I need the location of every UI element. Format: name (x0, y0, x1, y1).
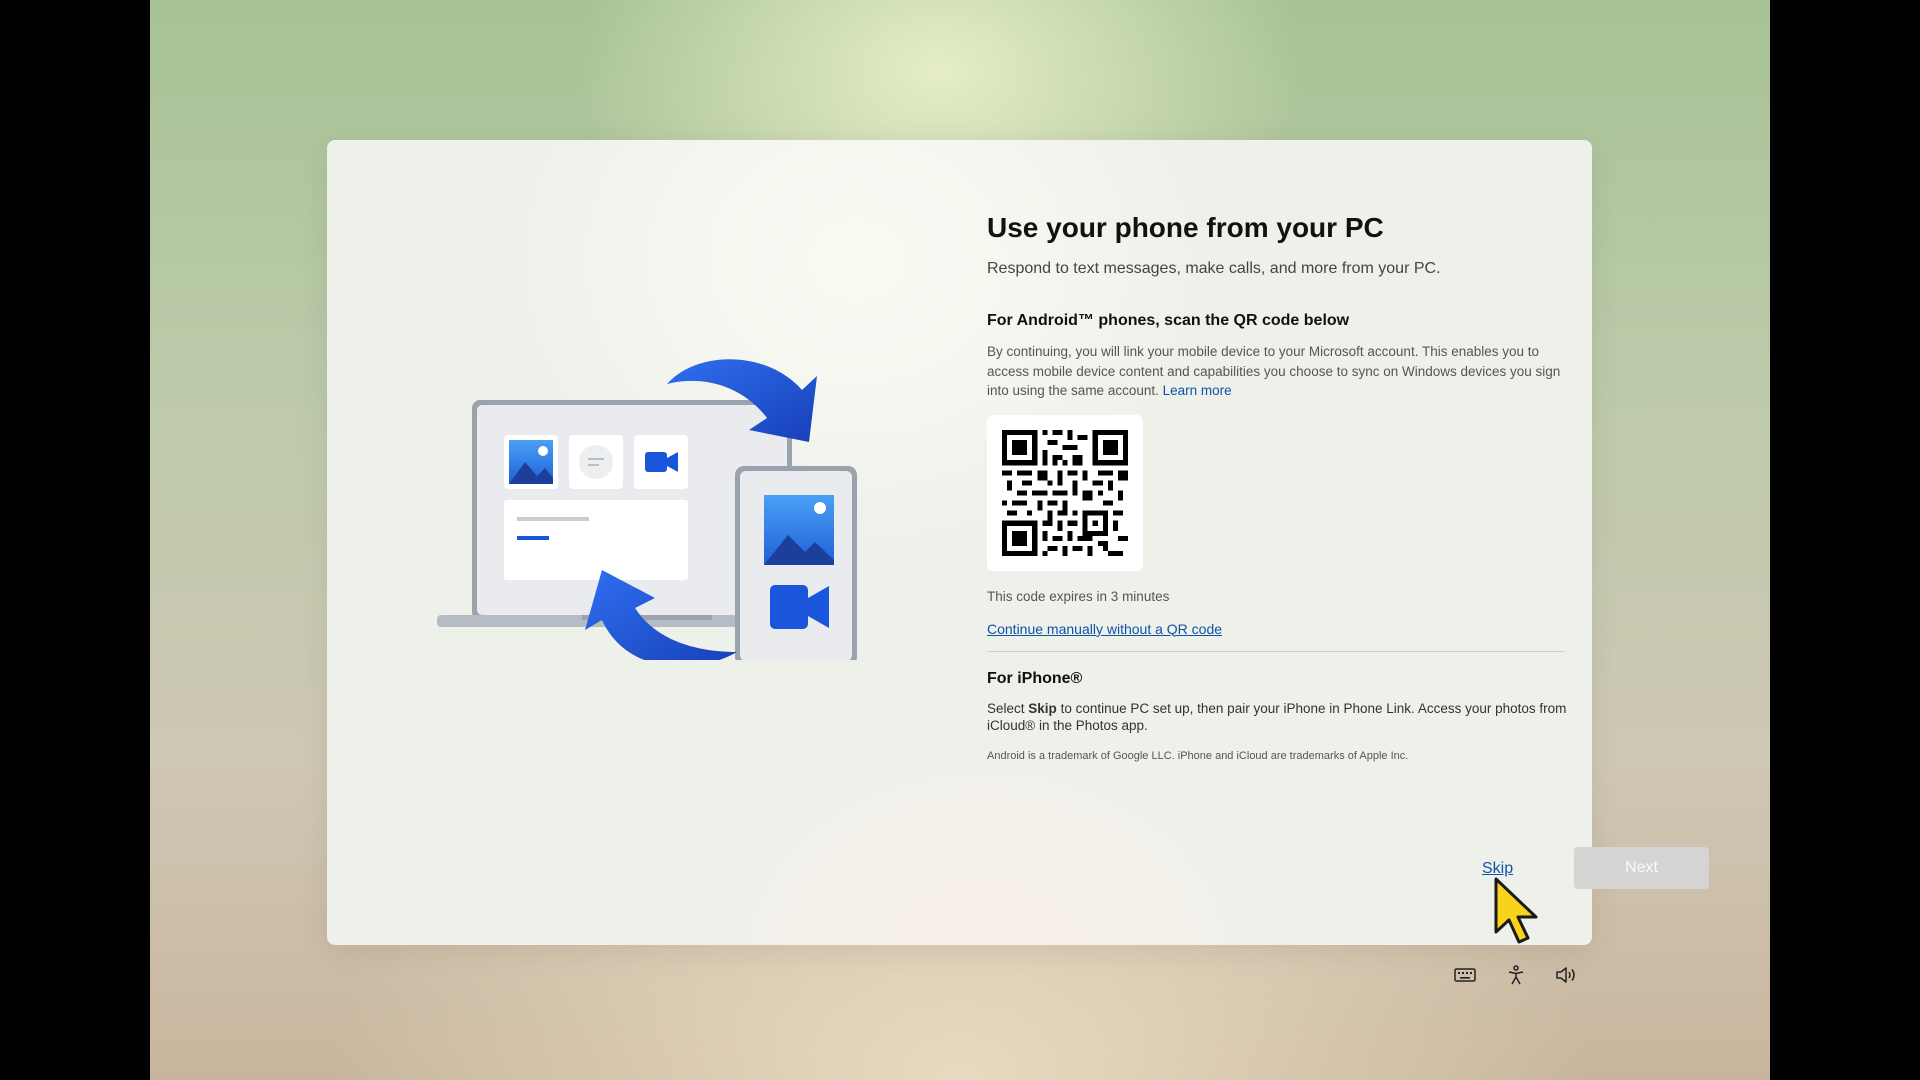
content-panel: Use your phone from your PC Respond to t… (987, 210, 1567, 762)
section-divider (987, 650, 1565, 652)
page-subtitle: Respond to text messages, make calls, an… (987, 260, 1441, 277)
setup-dialog: Use your phone from your PC Respond to t… (327, 140, 1709, 945)
continue-manually-link[interactable]: Continue manually without a QR code (987, 621, 1222, 637)
trademark-notice: Android is a trademark of Google LLC. iP… (987, 749, 1409, 762)
desktop-background: Use your phone from your PC Respond to t… (150, 0, 1770, 1080)
page-title: Use your phone from your PC (987, 212, 1384, 243)
qr-code-container (987, 414, 1143, 571)
android-description-text: By continuing, you will link your mobile… (987, 344, 1561, 398)
mouse-cursor-icon (1494, 877, 1538, 944)
iphone-description: Select Skip to continue PC set up, then … (987, 700, 1567, 734)
iphone-desc-suffix: to continue PC set up, then pair your iP… (987, 700, 1567, 733)
phone-icon (735, 466, 857, 660)
phone-link-illustration (437, 359, 857, 660)
iphone-desc-prefix: Select (987, 700, 1025, 716)
qr-expiry-text: This code expires in 3 minutes (987, 588, 1170, 604)
iphone-desc-skip: Skip (1028, 700, 1057, 716)
volume-icon[interactable] (1553, 962, 1579, 988)
keyboard-icon[interactable] (1452, 962, 1478, 988)
iphone-heading: For iPhone® (987, 669, 1083, 687)
qr-code-icon (1002, 429, 1128, 556)
android-description: By continuing, you will link your mobile… (987, 342, 1567, 401)
android-heading: For Android™ phones, scan the QR code be… (987, 312, 1350, 329)
accessibility-icon[interactable] (1503, 962, 1529, 988)
next-button[interactable]: Next (1574, 847, 1709, 889)
learn-more-link[interactable]: Learn more (1163, 383, 1232, 398)
